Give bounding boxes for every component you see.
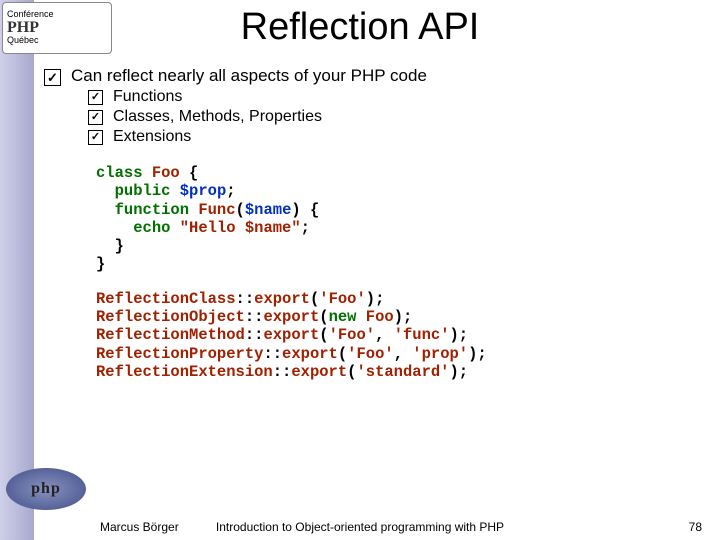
sub-bullet-text: Classes, Methods, Properties — [113, 108, 322, 126]
sub-bullet: Functions — [88, 88, 704, 106]
sub-bullet: Extensions — [88, 128, 704, 146]
sub-bullet: Classes, Methods, Properties — [88, 108, 704, 126]
checkbox-icon — [88, 90, 103, 105]
checkbox-icon — [88, 110, 103, 125]
footer-page-number: 78 — [689, 520, 702, 534]
sidebar-stripe — [0, 0, 34, 540]
slide-content: Can reflect nearly all aspects of your P… — [44, 64, 704, 381]
code-block-reflection-calls: ReflectionClass::export('Foo'); Reflecti… — [96, 290, 704, 381]
checkbox-icon — [88, 130, 103, 145]
footer-title: Introduction to Object-oriented programm… — [0, 520, 720, 534]
code-block-class-def: class Foo { public $prop; function Func(… — [96, 164, 704, 274]
main-bullet: Can reflect nearly all aspects of your P… — [44, 66, 704, 86]
sub-bullet-text: Functions — [113, 88, 182, 106]
slide-title: Reflection API — [0, 6, 720, 49]
checkbox-icon — [44, 69, 61, 86]
main-bullet-text: Can reflect nearly all aspects of your P… — [71, 66, 427, 86]
php-logo-text: php — [31, 480, 61, 498]
php-logo: php — [6, 468, 86, 510]
sub-bullet-text: Extensions — [113, 128, 191, 146]
